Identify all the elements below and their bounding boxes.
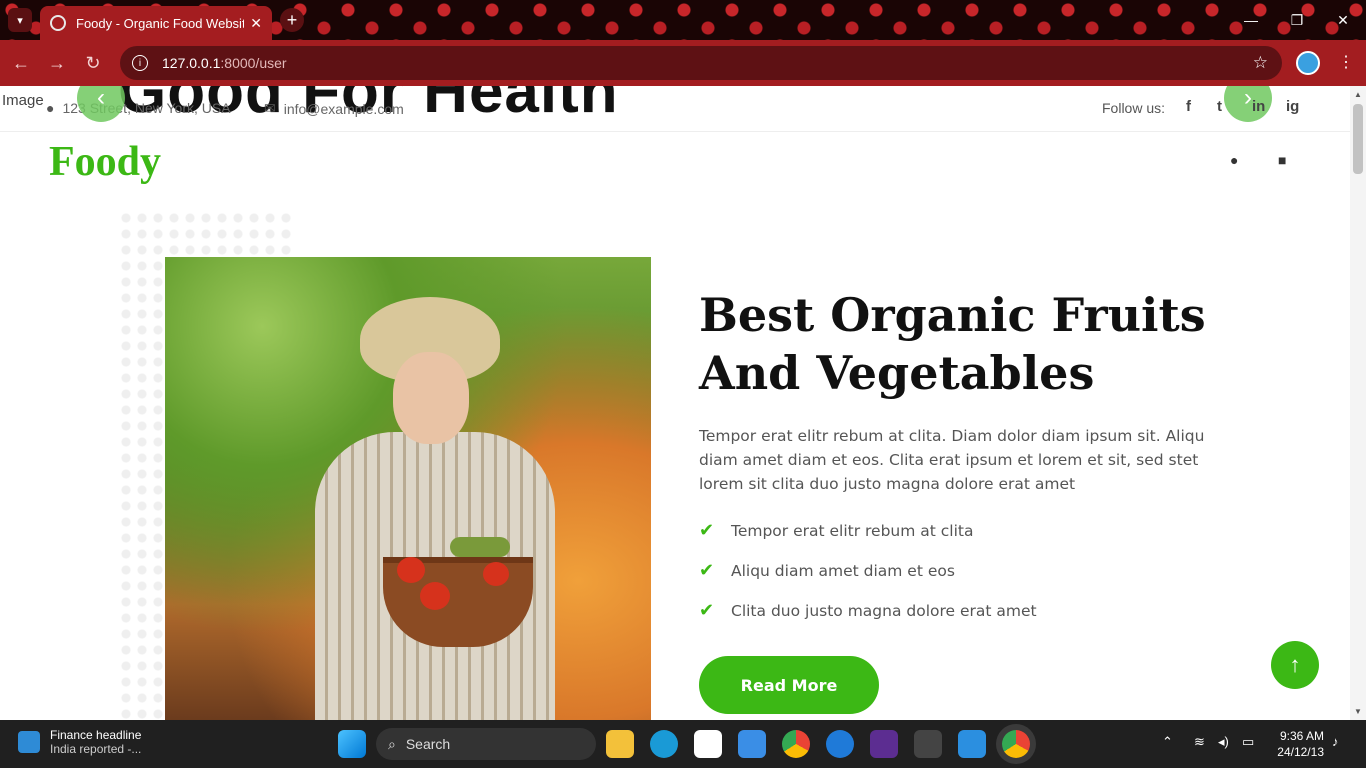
clock[interactable]: 9:36 AM 24/12/13 <box>1270 728 1324 760</box>
shopping-bag-icon[interactable]: ■ <box>1278 152 1292 168</box>
time: 9:36 AM <box>1279 729 1324 743</box>
feature-item: ✔ Clita duo justo magna dolore erat amet <box>699 600 1037 621</box>
url-path: :8000/user <box>220 55 287 71</box>
search-icon: ⌕ <box>388 735 396 752</box>
windows-taskbar: Finance headline India reported -... ⌕ S… <box>0 720 1366 768</box>
wifi-icon[interactable]: ≋ <box>1194 734 1205 750</box>
email-text: info@example.com <box>283 100 404 117</box>
vscode-icon[interactable] <box>958 730 986 758</box>
address-item: ● 123 Street, New York, USA <box>46 100 231 116</box>
site-info-icon[interactable]: i <box>132 55 148 71</box>
back-to-top-button[interactable]: ↑ <box>1271 641 1319 689</box>
browser-toolbar: ← → ↻ i 127.0.0.1:8000/user ☆ ⋮ <box>0 40 1366 86</box>
cucumber <box>450 537 510 557</box>
brand-logo[interactable]: Foody <box>49 138 161 186</box>
follow-label: Follow us: <box>1102 100 1166 116</box>
farmer-photo <box>165 257 651 720</box>
forward-icon[interactable]: → <box>46 52 68 74</box>
date: 24/12/13 <box>1277 745 1324 759</box>
terminal-icon[interactable] <box>914 730 942 758</box>
address-bar[interactable]: i 127.0.0.1:8000/user ☆ <box>120 46 1282 80</box>
news-subtitle: India reported -... <box>50 742 142 756</box>
volume-icon[interactable]: ◂) <box>1218 734 1229 750</box>
chevron-up-icon[interactable]: ⌃ <box>1162 734 1173 750</box>
globe-icon <box>50 15 66 31</box>
edge-dev-icon[interactable] <box>650 730 678 758</box>
minimize-button[interactable]: — <box>1228 0 1274 40</box>
tab-title: Foody - Organic Food Website <box>76 15 245 31</box>
close-tab-icon[interactable]: ✕ <box>250 15 262 32</box>
notepad-icon[interactable] <box>738 730 766 758</box>
solitaire-icon[interactable] <box>694 730 722 758</box>
reload-icon[interactable]: ↻ <box>82 52 104 74</box>
tomato <box>420 582 450 610</box>
check-icon: ✔ <box>699 520 715 541</box>
start-icon[interactable] <box>338 730 366 758</box>
chrome-icon[interactable] <box>782 730 810 758</box>
map-marker-icon: ● <box>46 100 55 116</box>
browser-tab[interactable]: Foody - Organic Food Website ✕ <box>40 6 272 40</box>
file-explorer-icon[interactable] <box>606 730 634 758</box>
news-widget[interactable]: Finance headline India reported -... <box>18 728 141 756</box>
read-more-button[interactable]: Read More <box>699 656 879 714</box>
close-window-button[interactable]: ✕ <box>1320 0 1366 40</box>
user-icon[interactable]: ● <box>1230 152 1244 168</box>
restore-button[interactable]: ❐ <box>1274 0 1320 40</box>
back-icon[interactable]: ← <box>10 52 32 74</box>
news-title: Finance headline <box>50 728 142 742</box>
chrome-active-icon[interactable] <box>1002 730 1030 758</box>
about-paragraph: Tempor erat elitr rebum at clita. Diam d… <box>699 427 1205 493</box>
check-icon: ✔ <box>699 560 715 581</box>
scroll-down-arrow-icon[interactable]: ▼ <box>1354 707 1362 716</box>
hackerrank-icon[interactable] <box>870 730 898 758</box>
battery-icon[interactable]: ▭ <box>1242 734 1254 750</box>
linkedin-icon[interactable]: in <box>1252 98 1265 115</box>
url-host: 127.0.0.1 <box>162 55 221 71</box>
farmer-face <box>393 352 469 444</box>
about-heading: Best Organic Fruits And Vegetables <box>699 288 1206 400</box>
search-label: Search <box>405 736 451 752</box>
email-item: ✉ info@example.com <box>264 100 404 117</box>
notification-bell-icon[interactable]: ♪ <box>1332 734 1339 749</box>
scroll-up-arrow-icon[interactable]: ▲ <box>1354 90 1362 99</box>
edge-icon[interactable] <box>826 730 854 758</box>
news-icon <box>18 731 40 753</box>
feature-text: Tempor erat elitr rebum at clita <box>731 521 974 540</box>
instagram-icon[interactable]: ig <box>1286 98 1299 115</box>
check-icon: ✔ <box>699 600 715 621</box>
broken-image: Image <box>2 92 44 109</box>
taskbar-search[interactable]: ⌕ Search <box>376 728 596 760</box>
tomato <box>397 557 425 583</box>
feature-text: Aliqu diam amet diam et eos <box>731 561 955 580</box>
facebook-icon[interactable]: f <box>1186 98 1191 115</box>
new-tab-button[interactable]: + <box>280 8 304 32</box>
feature-text: Clita duo justo magna dolore erat amet <box>731 601 1037 620</box>
bookmark-star-icon[interactable]: ☆ <box>1253 53 1268 73</box>
tab-search-button[interactable]: ▾ <box>8 8 32 32</box>
web-page: Good For Health Image ● 123 Street, New … <box>0 86 1350 720</box>
menu-kebab-icon[interactable]: ⋮ <box>1338 52 1354 72</box>
feature-item: ✔ Aliqu diam amet diam et eos <box>699 560 955 581</box>
topbar: Good For Health Image ● 123 Street, New … <box>0 86 1350 132</box>
twitter-icon[interactable]: t <box>1217 98 1222 115</box>
envelope-icon: ✉ <box>264 100 276 116</box>
page-scrollbar[interactable]: ▲ ▼ <box>1350 86 1366 720</box>
browser-tab-strip: ▾ Foody - Organic Food Website ✕ + — ❐ ✕ <box>0 0 1366 40</box>
tomato <box>483 562 509 586</box>
profile-avatar[interactable] <box>1296 51 1320 75</box>
feature-item: ✔ Tempor erat elitr rebum at clita <box>699 520 974 541</box>
scrollbar-thumb[interactable] <box>1353 104 1363 174</box>
